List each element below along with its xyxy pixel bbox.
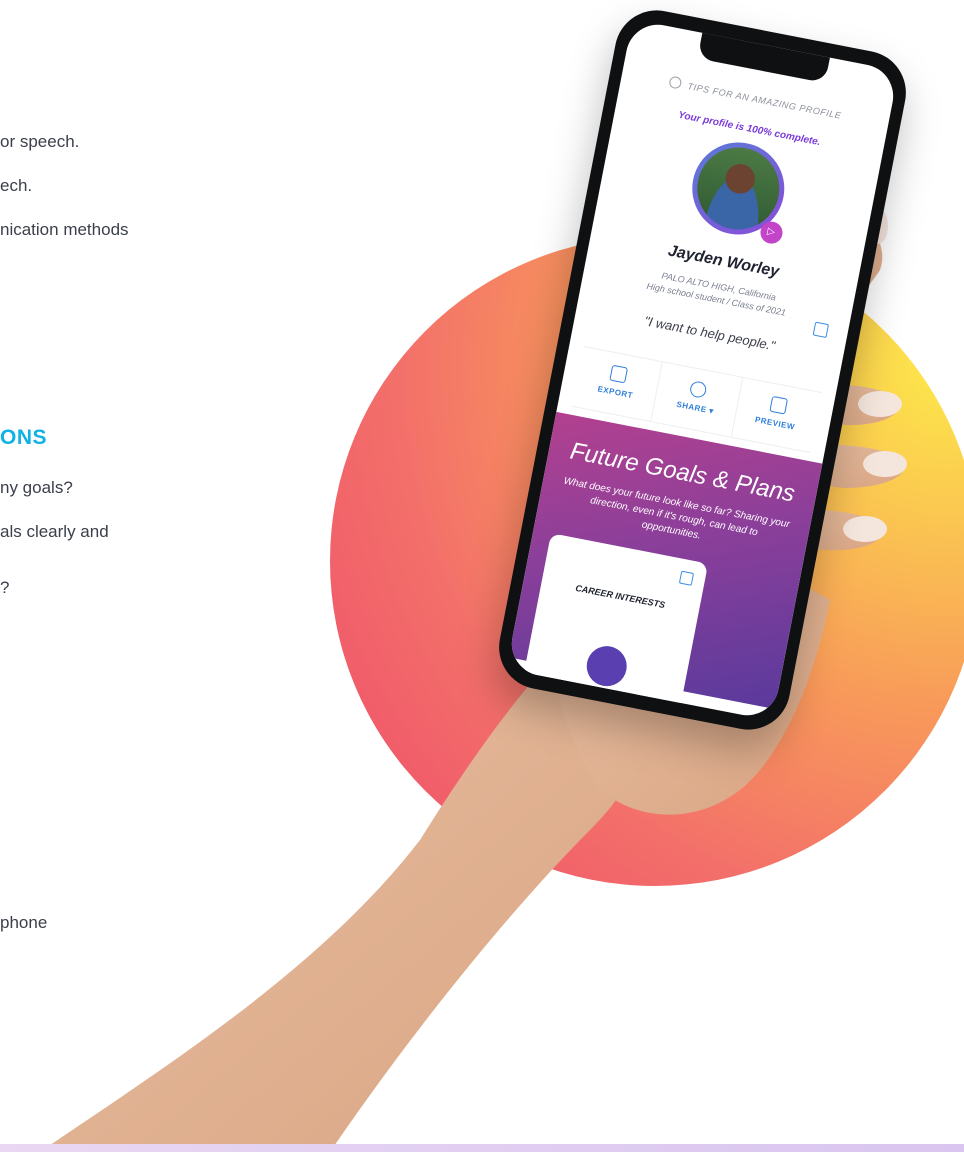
edit-career-icon[interactable] — [678, 570, 695, 586]
preview-icon — [769, 395, 788, 415]
document-icon — [609, 364, 629, 384]
goals-section: Future Goals & Plans What does your futu… — [508, 411, 823, 711]
career-label: CAREER INTERESTS — [574, 582, 666, 611]
export-button[interactable]: EXPORT — [571, 346, 664, 422]
preview-button[interactable]: PREVIEW — [731, 378, 821, 452]
share-label: SHARE ▾ — [675, 399, 715, 416]
career-icon — [583, 642, 631, 690]
preview-label: PREVIEW — [754, 415, 796, 432]
career-interests-card[interactable]: CAREER INTERESTS — [522, 533, 709, 711]
edit-profile-icon[interactable] — [812, 321, 830, 339]
fingerprint-icon — [689, 380, 709, 400]
bottom-accent-bar — [0, 1144, 964, 1152]
export-label: EXPORT — [596, 384, 634, 401]
share-button[interactable]: SHARE ▾ — [651, 362, 743, 437]
tips-link[interactable]: TIPS FOR AN AMAZING PROFILE — [621, 66, 889, 129]
lightbulb-icon — [667, 75, 683, 90]
